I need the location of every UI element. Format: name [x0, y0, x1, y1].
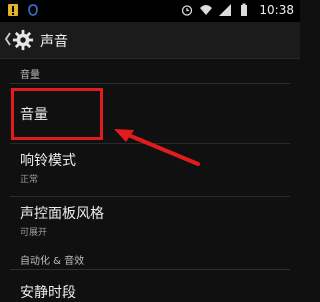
wifi-icon	[200, 5, 213, 15]
status-time: 10:38	[259, 3, 294, 17]
warning-notification-icon	[8, 4, 18, 16]
signal-icon	[219, 4, 232, 16]
annotation-arrow-icon	[114, 129, 200, 166]
setting-item-label: 响铃模式	[20, 153, 76, 169]
alarm-icon	[182, 5, 193, 16]
app-notification-icon	[28, 4, 38, 16]
setting-item-value: 正常	[20, 175, 39, 185]
section-header-label: 音量	[20, 70, 40, 81]
section-divider	[10, 83, 290, 84]
setting-item-quiet-hours[interactable]: 安静时段	[0, 274, 300, 301]
battery-icon	[241, 3, 248, 16]
setting-item-label: 安静时段	[20, 285, 76, 301]
section-divider	[10, 269, 290, 270]
section-header-volume: 音量	[0, 66, 300, 84]
section-header-automation: 自动化 & 音效	[0, 252, 300, 270]
setting-item-control-panel-style[interactable]: 声控面板风格 可展开	[0, 197, 300, 245]
action-bar: 声音	[0, 22, 300, 59]
settings-gear-icon[interactable]	[12, 29, 34, 51]
page-title: 声音	[40, 34, 68, 50]
section-header-label: 自动化 & 音效	[20, 256, 85, 267]
status-right-icons: 10:38	[180, 3, 294, 17]
status-left-icons	[6, 3, 40, 17]
setting-item-value: 可展开	[20, 228, 48, 238]
setting-item-label: 声控面板风格	[20, 206, 104, 222]
status-bar: 10:38	[0, 0, 300, 22]
annotation-highlight-box	[11, 88, 103, 140]
